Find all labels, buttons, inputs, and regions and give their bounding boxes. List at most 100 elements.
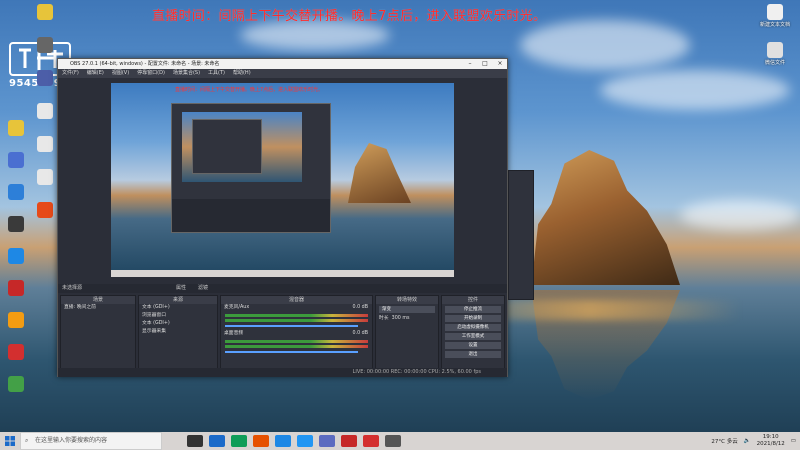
source-item[interactable]: 显示器采集 [139, 328, 217, 336]
mixer-channel: 桌面音频 0.0 dB [221, 330, 372, 353]
taskbar-app-icon[interactable] [363, 435, 379, 447]
sources-dock-title: 来源 [139, 296, 217, 304]
sources-dock: 来源 文本 (GDI+) 浏览器窗口 文本 (GDI+) 显示器采集 [138, 295, 218, 369]
speaker-icon[interactable]: 🔈 [744, 438, 751, 444]
control-button[interactable]: 工作室模式 [445, 333, 501, 340]
menu-item[interactable]: 停靠窗口(D) [137, 69, 165, 78]
taskbar-app-icon[interactable] [275, 435, 291, 447]
date: 2021/8/12 [756, 441, 785, 447]
app-icon [8, 312, 24, 328]
scenes-dock-title: 场景 [61, 296, 135, 304]
taskbar-app-icon[interactable] [253, 435, 269, 447]
channel-db: 0.0 dB [352, 331, 369, 336]
system-tray: 27°C 多云 🔈 19:10 2021/8/12 ▭ [711, 432, 796, 450]
nested-docks [172, 199, 330, 232]
app-icon [8, 152, 24, 168]
desktop-icon[interactable]: 新建文本文档 [757, 4, 793, 28]
source-item[interactable]: 浏览器窗口 [139, 312, 217, 320]
volume-slider[interactable] [225, 351, 358, 353]
app-icon [8, 184, 24, 200]
taskbar-search[interactable]: ⌕ 在这里输入你要搜索的内容 [20, 432, 162, 450]
filters-button[interactable]: 滤镜 [198, 284, 208, 293]
desktop-icon[interactable] [0, 280, 34, 298]
app-icon [8, 376, 24, 392]
menu-item[interactable]: 帮助(H) [233, 69, 251, 78]
maximize-button[interactable]: □ [478, 59, 492, 69]
source-item[interactable]: 文本 (GDI+) [139, 320, 217, 328]
control-button[interactable]: 停止推流 [445, 306, 501, 313]
obs-preview[interactable]: 直播时间：间隔上下午交替开播。晚上7点后，进入联盟欢乐时光。 [111, 83, 454, 277]
app-icon [37, 70, 53, 86]
desktop-icon[interactable] [27, 37, 63, 55]
nested-obs-level2 [192, 119, 262, 174]
rock-arch [531, 150, 680, 285]
transitions-dock: 转场特效 渐变 时长 300 ms [375, 295, 439, 369]
taskbar-app-icon[interactable] [319, 435, 335, 447]
taskbar-app-icon[interactable] [209, 435, 225, 447]
desktop-icon[interactable]: 微信文件 [757, 42, 793, 66]
desktop-icon[interactable] [0, 152, 34, 170]
cloud [600, 70, 790, 110]
search-icon: ⌕ [25, 437, 29, 444]
taskbar-app-icon[interactable] [187, 435, 203, 447]
desktop-icon[interactable] [0, 248, 34, 266]
cloud [680, 200, 800, 230]
control-button[interactable]: 退出 [445, 351, 501, 358]
transition-select[interactable]: 渐变 [379, 306, 435, 313]
cloud [520, 20, 690, 70]
transitions-dock-title: 转场特效 [376, 296, 438, 304]
menu-item[interactable]: 工具(T) [208, 69, 225, 78]
control-button[interactable]: 设置 [445, 342, 501, 349]
source-toolbar: 未选择源 属性 滤镜 [58, 284, 507, 293]
minimize-button[interactable]: – [463, 59, 477, 69]
scenes-dock: 场景 直播: 晚间之前 [60, 295, 136, 369]
desktop-icon-label: 新建文本文档 [759, 22, 790, 28]
volume-meter [225, 340, 368, 343]
clock[interactable]: 19:10 2021/8/12 [757, 434, 785, 448]
menu-item[interactable]: 文件(F) [62, 69, 79, 78]
taskbar-app-icon[interactable] [231, 435, 247, 447]
app-icon [767, 4, 783, 20]
taskbar-app-icon[interactable] [385, 435, 401, 447]
side-audio-panel [508, 170, 534, 300]
weather[interactable]: 27°C 多云 [711, 437, 737, 445]
taskbar-app-icon[interactable] [297, 435, 313, 447]
app-icon [8, 120, 24, 136]
volume-slider[interactable] [225, 325, 358, 327]
channel-name: 桌面音频 [224, 331, 244, 336]
control-button[interactable]: 启动虚拟摄像机 [445, 324, 501, 331]
start-button[interactable] [0, 432, 20, 450]
volume-meter [225, 314, 368, 317]
close-button[interactable]: × [493, 59, 507, 69]
controls-dock-title: 控件 [442, 296, 504, 304]
source-item[interactable]: 文本 (GDI+) [139, 304, 217, 312]
taskbar-app-icon[interactable] [341, 435, 357, 447]
control-button[interactable]: 开始录制 [445, 315, 501, 322]
app-icon [8, 216, 24, 232]
duration-label: 时长 [379, 316, 389, 321]
preview-rock [348, 143, 411, 203]
channel-db: 0.0 dB [352, 305, 369, 310]
menu-item[interactable]: 场景集合(S) [173, 69, 200, 78]
desktop-icon[interactable] [0, 344, 34, 362]
transition-duration[interactable]: 时长 300 ms [376, 315, 438, 323]
menu-item[interactable]: 视图(V) [112, 69, 129, 78]
desktop-icon[interactable] [27, 4, 63, 22]
properties-button[interactable]: 属性 [176, 284, 186, 293]
menu-item[interactable]: 编辑(E) [87, 69, 104, 78]
duration-value[interactable]: 300 ms [392, 316, 410, 321]
obs-menu-bar: 文件(F) 编辑(E) 视图(V) 停靠窗口(D) 场景集合(S) 工具(T) 帮助(H) [58, 69, 507, 78]
search-placeholder: 在这里输入你要搜索的内容 [35, 437, 108, 444]
desktop-icon[interactable] [0, 376, 34, 394]
obs-window[interactable]: OBS 27.0.1 (64-bit, windows) - 配置文件: 未命名… [57, 58, 508, 377]
obs-title-bar[interactable]: OBS 27.0.1 (64-bit, windows) - 配置文件: 未命名… [58, 59, 507, 69]
app-icon [8, 248, 24, 264]
scene-item[interactable]: 直播: 晚间之前 [61, 304, 135, 312]
notification-icon[interactable]: ▭ [791, 438, 796, 444]
preview-banner: 直播时间：间隔上下午交替开播。晚上7点后，进入联盟欢乐时光。 [175, 87, 324, 93]
desktop-icon[interactable] [0, 312, 34, 330]
volume-meter [225, 345, 368, 348]
app-icon [37, 136, 53, 152]
desktop-icon-label: 微信文件 [764, 60, 785, 66]
app-icon [767, 42, 783, 58]
